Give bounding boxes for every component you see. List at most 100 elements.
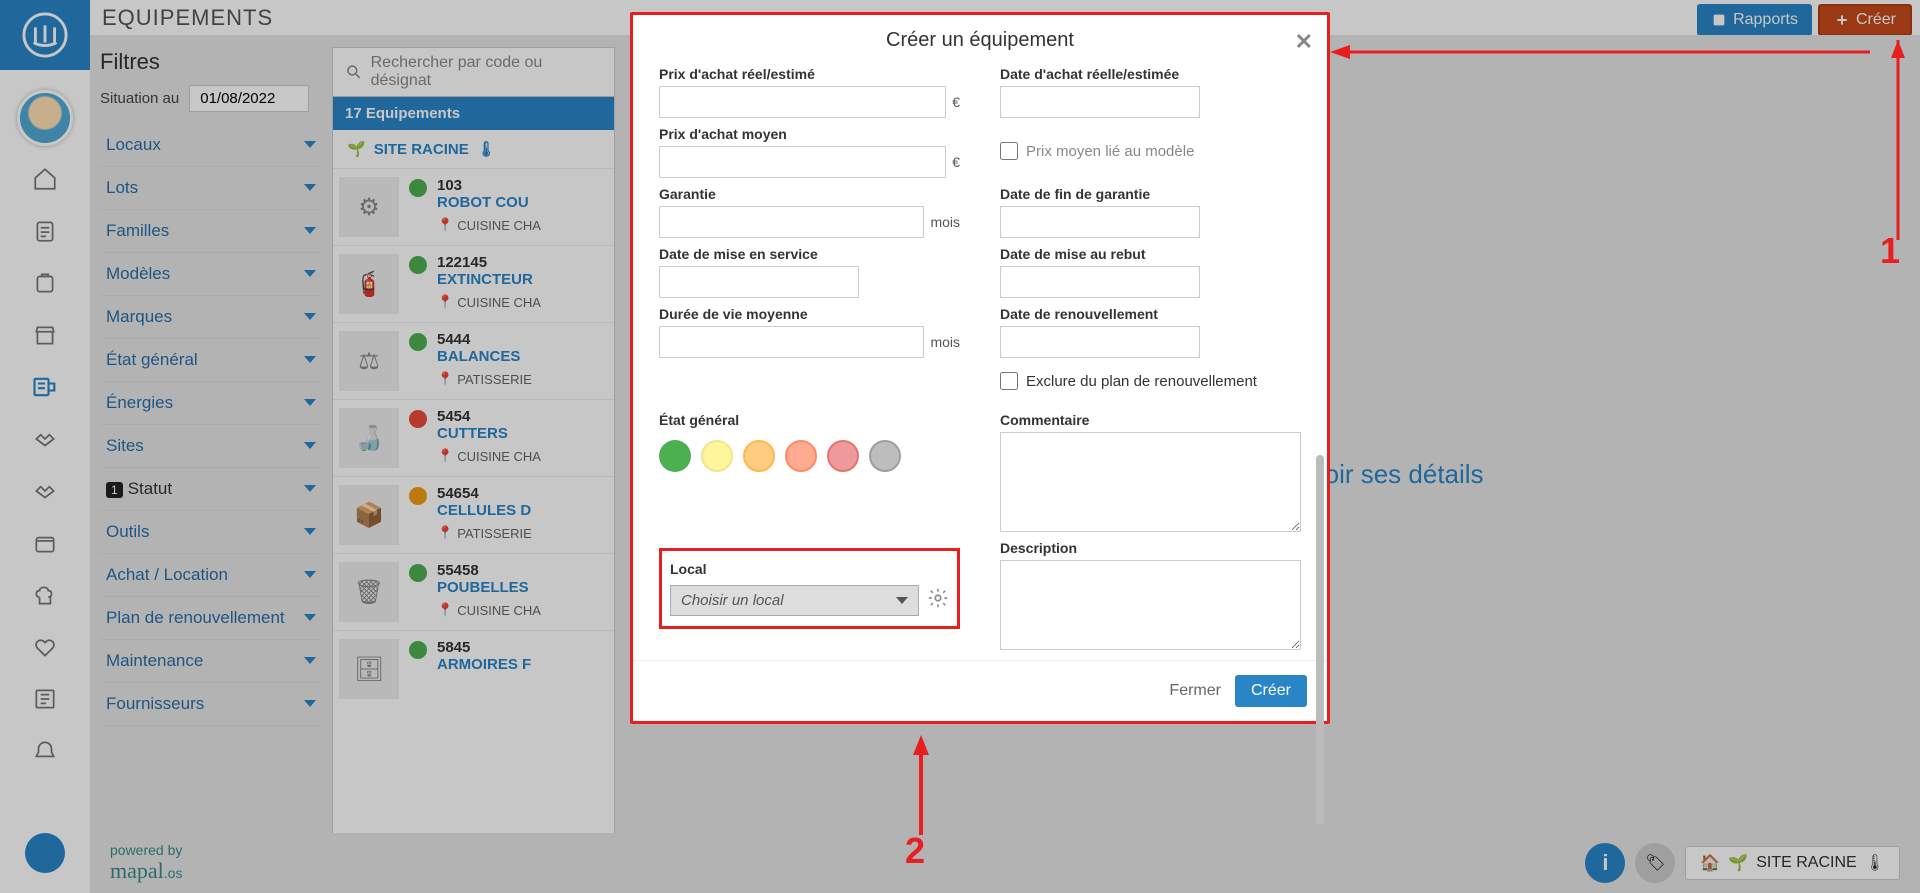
prix-reel-label: Prix d'achat réel/estimé: [659, 66, 960, 82]
filter-outils[interactable]: Outils: [100, 511, 322, 554]
exclure-checkbox[interactable]: [1000, 372, 1018, 390]
modal-title: Créer un équipement: [886, 29, 1074, 51]
site-selector[interactable]: 🏠 🌱 SITE RACINE 🌡: [1685, 846, 1900, 880]
create-button[interactable]: Créer: [1818, 4, 1912, 36]
status-dot: [409, 333, 427, 351]
exclure-label: Exclure du plan de renouvellement: [1026, 373, 1257, 390]
prix-moyen-chk-label: Prix moyen lié au modèle: [1026, 143, 1194, 160]
equipment-thumb: 📦: [339, 485, 399, 545]
equipment-location: 📍PATISSERIE: [437, 525, 608, 541]
commentaire-label: Commentaire: [1000, 412, 1301, 428]
user-avatar[interactable]: [17, 90, 73, 146]
reports-label: Rapports: [1733, 11, 1798, 29]
package-icon[interactable]: [30, 268, 60, 298]
archive-icon[interactable]: [30, 528, 60, 558]
date-renouv-label: Date de renouvellement: [1000, 306, 1301, 322]
filter-statut[interactable]: 1Statut: [100, 468, 322, 511]
filter-locaux[interactable]: Locaux: [100, 124, 322, 167]
date-service-input[interactable]: [659, 266, 859, 298]
equipment-name: CELLULES D: [437, 502, 577, 519]
modal-create-button[interactable]: Créer: [1235, 675, 1307, 707]
store-icon[interactable]: [30, 320, 60, 350]
equipment-row[interactable]: 🗑55458POUBELLES📍CUISINE CHA: [333, 553, 614, 630]
page-title: EQUIPEMENTS: [102, 5, 273, 31]
etat-ok[interactable]: [701, 440, 733, 472]
etat-fair[interactable]: [743, 440, 775, 472]
prix-moyen-checkbox[interactable]: [1000, 142, 1018, 160]
info-button[interactable]: i: [1585, 843, 1625, 883]
etat-poor[interactable]: [785, 440, 817, 472]
local-select[interactable]: Choisir un local: [670, 585, 919, 616]
modal-close-button[interactable]: ✕: [1295, 29, 1313, 55]
filter-familles[interactable]: Familles: [100, 210, 322, 253]
filter-nergies[interactable]: Énergies: [100, 382, 322, 425]
equipment-thumb: ⚙: [339, 177, 399, 237]
equipment-code: 55458: [437, 562, 608, 579]
filter-achatlocation[interactable]: Achat / Location: [100, 554, 322, 597]
search-row[interactable]: Rechercher par code ou désignat: [333, 48, 614, 97]
date-renouv-input[interactable]: [1000, 326, 1200, 358]
equipment-row[interactable]: 📦54654CELLULES D📍PATISSERIE: [333, 476, 614, 553]
annotation-1: 1: [1880, 230, 1900, 272]
duree-vie-input[interactable]: [659, 326, 924, 358]
equipment-row[interactable]: 🍶5454CUTTERS📍CUISINE CHA: [333, 399, 614, 476]
equipment-location: 📍CUISINE CHA: [437, 448, 608, 464]
modal-close-link[interactable]: Fermer: [1169, 682, 1221, 700]
gear-icon[interactable]: [927, 587, 949, 614]
annotation-arrow-1b: [1888, 40, 1908, 250]
filter-sites[interactable]: Sites: [100, 425, 322, 468]
clipboard-icon[interactable]: [30, 216, 60, 246]
equipment-row[interactable]: ⚙103ROBOT COU📍CUISINE CHA: [333, 168, 614, 245]
etat-good[interactable]: [659, 440, 691, 472]
prix-moyen-input[interactable]: [659, 146, 946, 178]
etat-dead[interactable]: [869, 440, 901, 472]
filter-marques[interactable]: Marques: [100, 296, 322, 339]
equipment-icon[interactable]: [30, 372, 60, 402]
equipment-name: POUBELLES: [437, 579, 577, 596]
equipment-thumb: 🗑: [339, 562, 399, 622]
handshake-icon-2[interactable]: [30, 476, 60, 506]
site-root-row[interactable]: 🌱 SITE RACINE 🌡: [333, 130, 614, 168]
chef-icon[interactable]: [30, 580, 60, 610]
handshake-icon[interactable]: [30, 424, 60, 454]
bell-icon[interactable]: [30, 736, 60, 766]
equipment-row[interactable]: 🗄5845ARMOIRES F: [333, 630, 614, 707]
equipment-code: 103: [437, 177, 608, 194]
date-achat-input[interactable]: [1000, 86, 1200, 118]
tree-icon: 🌱: [347, 140, 366, 158]
date-rebut-input[interactable]: [1000, 266, 1200, 298]
filter-tatgnral[interactable]: État général: [100, 339, 322, 382]
site-root-label: SITE RACINE: [374, 141, 469, 158]
status-dot: [409, 256, 427, 274]
footer: powered by mapal.os i 🏷 🏠 🌱 SITE RACINE …: [90, 833, 1920, 893]
chevron-down-icon: [896, 597, 908, 604]
heart-check-icon[interactable]: [30, 632, 60, 662]
equipment-name: CUTTERS: [437, 425, 577, 442]
filter-maintenance[interactable]: Maintenance: [100, 640, 322, 683]
tag-button[interactable]: 🏷: [1635, 843, 1675, 883]
date-fin-garantie-input[interactable]: [1000, 206, 1200, 238]
etat-bad[interactable]: [827, 440, 859, 472]
equipment-row[interactable]: ⚖5444BALANCES📍PATISSERIE: [333, 322, 614, 399]
reports-button[interactable]: Rapports: [1697, 4, 1812, 36]
annotation-arrow-1: [1330, 42, 1870, 62]
prix-reel-input[interactable]: [659, 86, 946, 118]
filter-planderenouvellement[interactable]: Plan de renouvellement: [100, 597, 322, 640]
equipment-name: BALANCES: [437, 348, 577, 365]
app-logo[interactable]: [0, 0, 90, 70]
commentaire-input[interactable]: [1000, 432, 1301, 532]
situation-date-input[interactable]: [189, 85, 309, 112]
modal-scrollbar[interactable]: [1316, 455, 1324, 825]
filter-fournisseurs[interactable]: Fournisseurs: [100, 683, 322, 726]
garantie-input[interactable]: [659, 206, 924, 238]
rail-bottom-button[interactable]: [25, 833, 65, 873]
filter-modles[interactable]: Modèles: [100, 253, 322, 296]
description-input[interactable]: [1000, 560, 1301, 650]
date-rebut-label: Date de mise au rebut: [1000, 246, 1301, 262]
equipment-thumb: 🧯: [339, 254, 399, 314]
equipment-row[interactable]: 🧯122145EXTINCTEUR📍CUISINE CHA: [333, 245, 614, 322]
home-icon[interactable]: [30, 164, 60, 194]
filter-lots[interactable]: Lots: [100, 167, 322, 210]
list-icon[interactable]: [30, 684, 60, 714]
equipment-location: 📍PATISSERIE: [437, 371, 608, 387]
